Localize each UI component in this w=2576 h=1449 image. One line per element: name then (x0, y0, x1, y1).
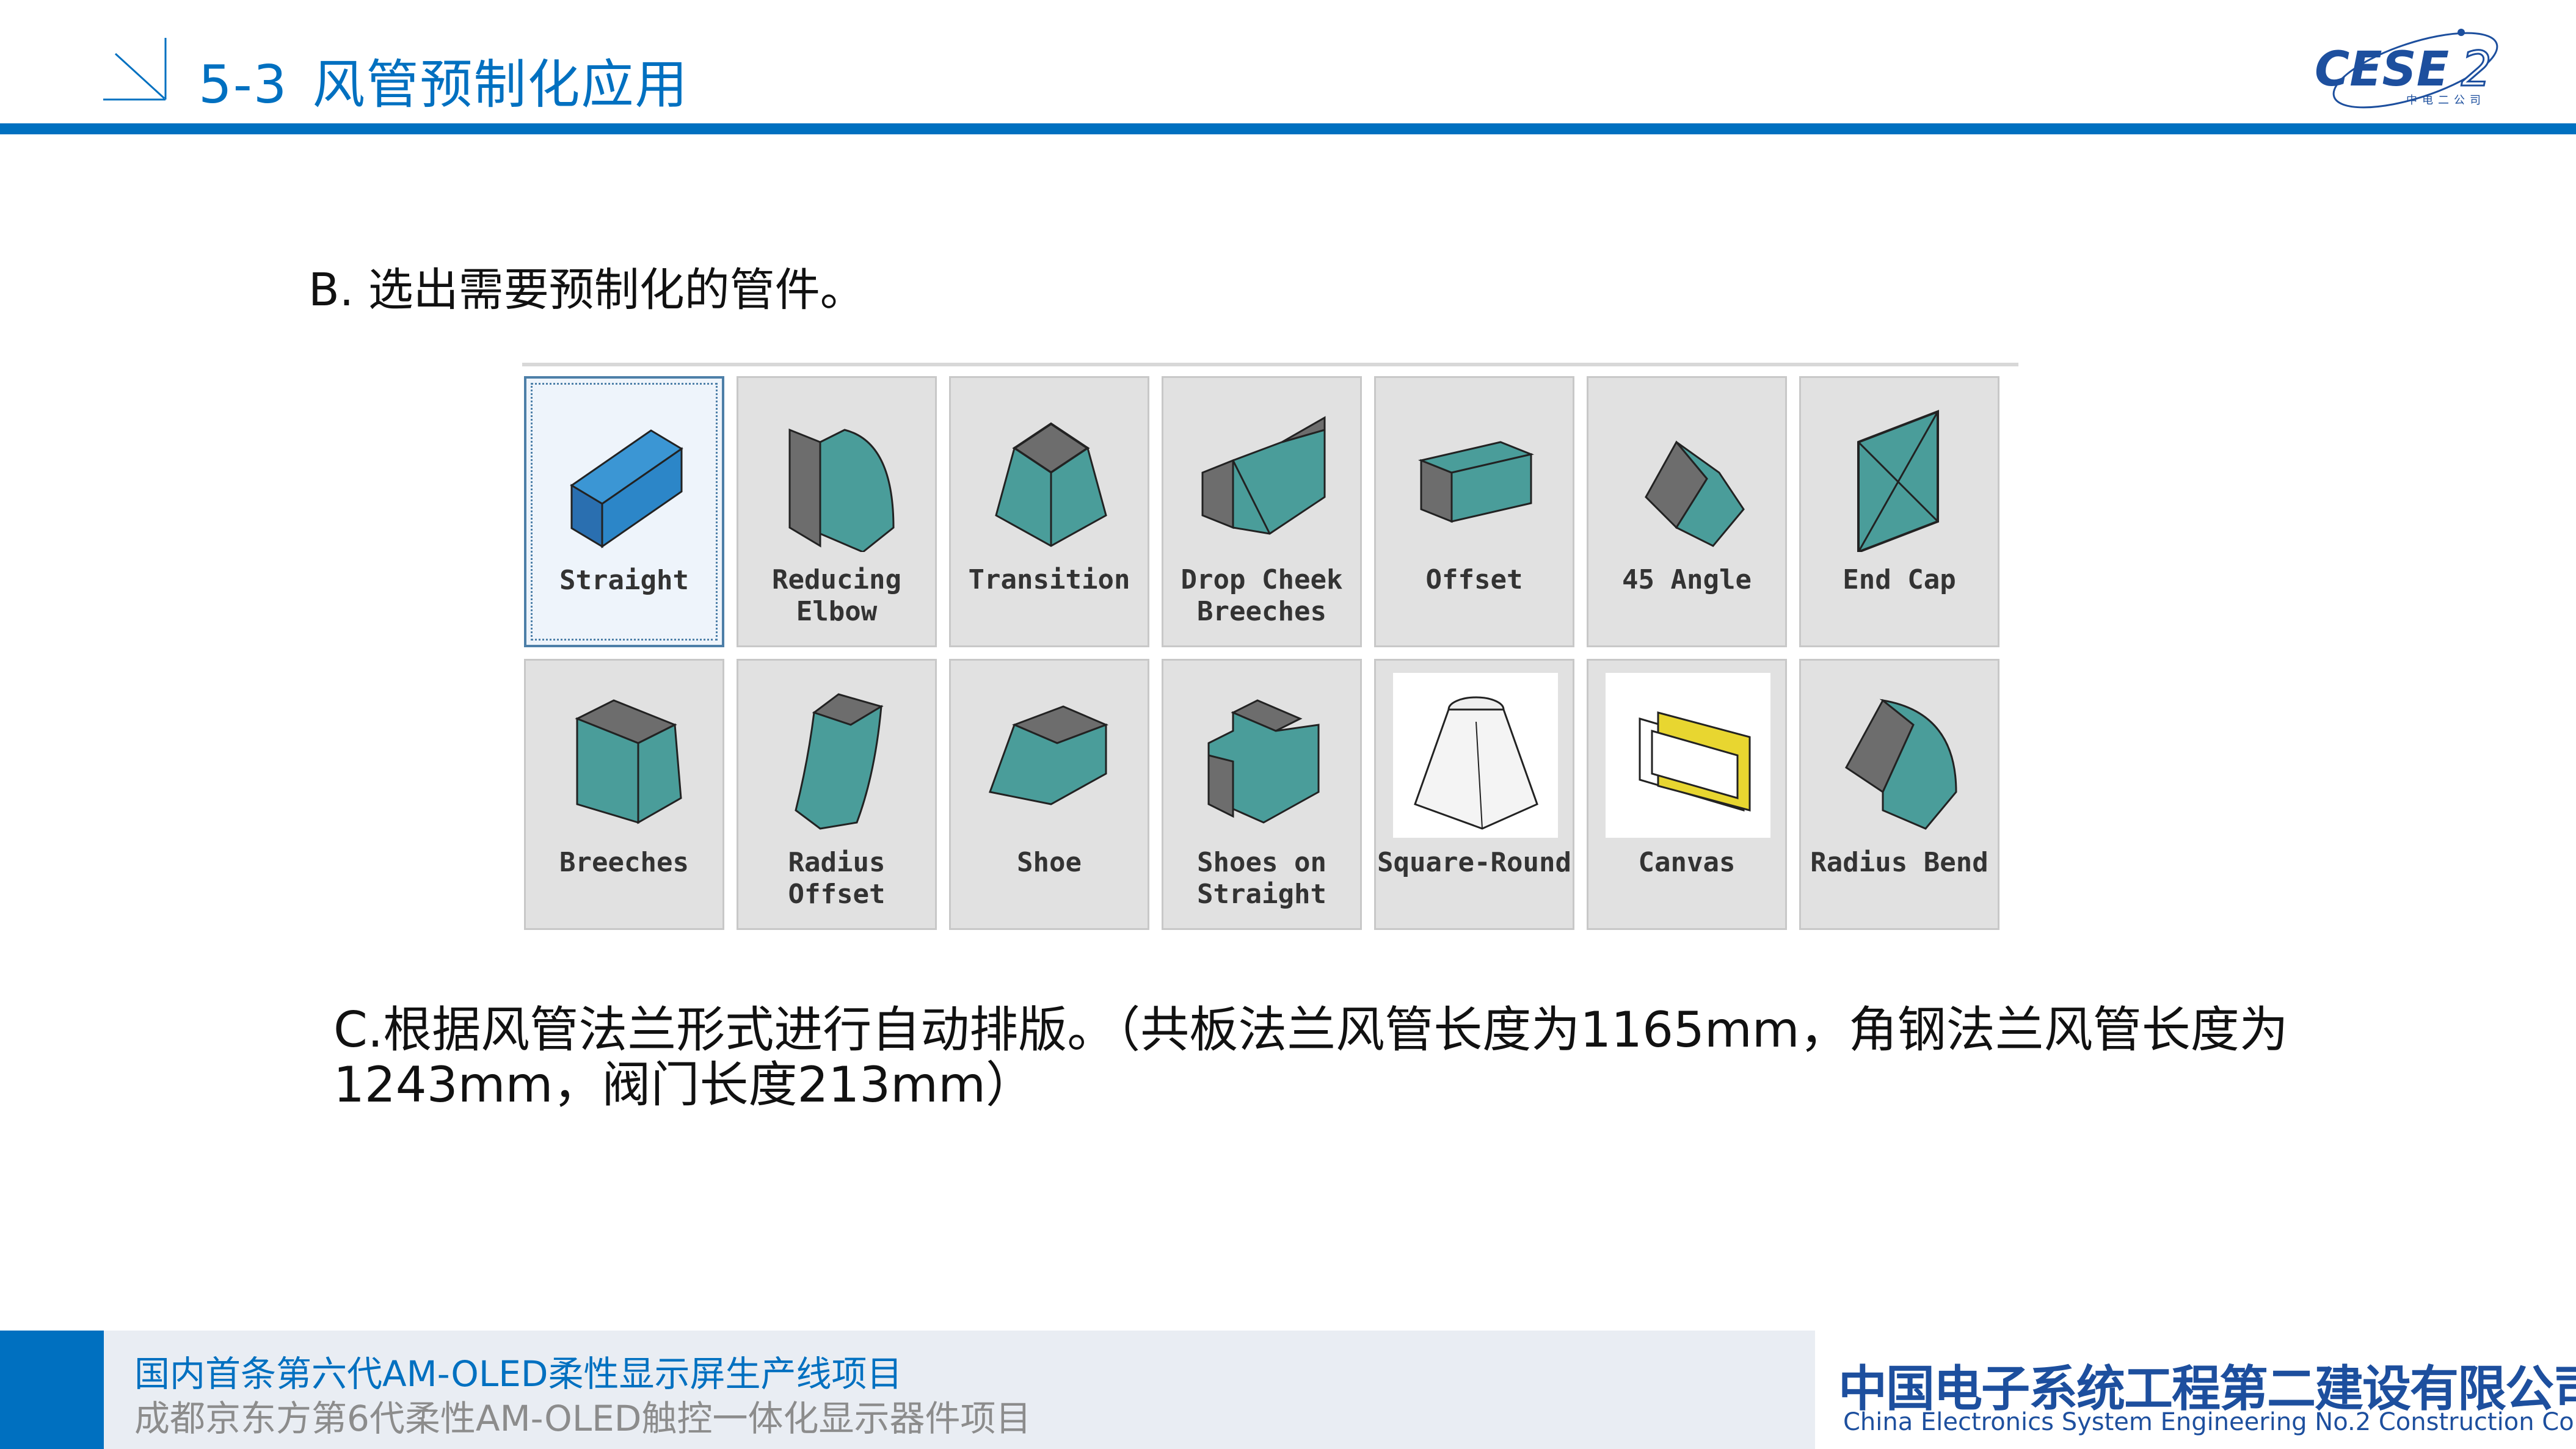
fitting-tile[interactable]: Drop Cheek Breeches (1162, 376, 1362, 647)
fitting-label: Straight (559, 565, 689, 596)
palette-top-border (522, 363, 2018, 366)
svg-text:中电二公司: 中电二公司 (2406, 94, 2486, 107)
fitting-tile[interactable]: Canvas (1587, 659, 1787, 930)
fitting-label: Transition (968, 564, 1130, 595)
offset-icon (1417, 441, 1535, 523)
fitting-label: End Cap (1843, 564, 1956, 595)
fitting-tile[interactable]: Offset (1374, 376, 1574, 647)
fitting-tile[interactable]: 45 Angle (1587, 376, 1787, 647)
fitting-label: Shoe (1017, 847, 1082, 878)
company-name-en: China Electronics System Engineering No.… (1843, 1408, 2576, 1436)
fitting-label: Reducing Elbow (772, 564, 901, 627)
fitting-tile[interactable]: Breeches (524, 659, 724, 930)
square-round-icon (1414, 696, 1538, 830)
radius-offset-icon (795, 693, 884, 830)
fitting-label: Shoes on Straight (1197, 847, 1326, 910)
end-cap-icon (1857, 410, 1939, 552)
drop-cheek-breeches-icon (1201, 416, 1326, 535)
fitting-label: Offset (1425, 564, 1523, 595)
45-angle-icon (1645, 440, 1745, 547)
straight-duct-icon (570, 429, 683, 548)
fitting-label: 45 Angle (1622, 564, 1752, 595)
section-title: 风管预制化应用 (312, 54, 689, 115)
fitting-tile[interactable]: End Cap (1799, 376, 1999, 647)
step-b-text: B. 选出需要预制化的管件。 (308, 264, 865, 316)
fitting-tile[interactable]: Square-Round (1374, 659, 1574, 930)
shoe-icon (988, 705, 1109, 805)
page-title: 5-3 风管预制化应用 (198, 42, 688, 118)
fitting-tile[interactable]: Shoes on Straight (1162, 659, 1362, 930)
svg-text:CESE: CESE (2315, 42, 2449, 97)
fitting-tile[interactable]: Radius Bend (1799, 659, 1999, 930)
fitting-label: Square-Round (1377, 847, 1571, 878)
svg-text:2: 2 (2461, 42, 2492, 97)
header-bar (0, 123, 2576, 134)
title-corner-icon (103, 38, 167, 101)
footer-project-line-2: 成都京东方第6代柔性AM-OLED触控一体化显示器件项目 (134, 1398, 1031, 1439)
reducing-elbow-icon (788, 428, 895, 552)
fitting-tile[interactable]: Reducing Elbow (737, 376, 937, 647)
breeches-icon (575, 699, 682, 824)
fitting-label: Drop Cheek Breeches (1181, 564, 1343, 627)
transition-icon (995, 422, 1107, 547)
fitting-tile[interactable]: Transition (949, 376, 1149, 647)
cese2-logo: CESE 2 中电二公司 (2315, 29, 2498, 109)
canvas-icon (1639, 711, 1751, 812)
footer-project-line-1: 国内首条第六代AM-OLED柔性显示屏生产线项目 (134, 1353, 903, 1395)
shoes-on-straight-icon (1207, 699, 1320, 824)
fitting-label: Breeches (559, 847, 689, 878)
fitting-label: Canvas (1638, 847, 1736, 878)
footer-accent-block (0, 1331, 104, 1449)
radius-bend-icon (1845, 699, 1957, 830)
fitting-tile[interactable]: Radius Offset (737, 659, 937, 930)
fitting-label: Radius Bend (1810, 847, 1988, 878)
fitting-tile[interactable]: Straight (524, 376, 724, 647)
section-number: 5-3 (198, 54, 288, 115)
fitting-label: Radius Offset (788, 847, 886, 910)
step-c-text: C.根据风管法兰形式进行自动排版。（共板法兰风管长度为1165mm，角钢法兰风管… (333, 1001, 2288, 1113)
fitting-tile[interactable]: Shoe (949, 659, 1149, 930)
